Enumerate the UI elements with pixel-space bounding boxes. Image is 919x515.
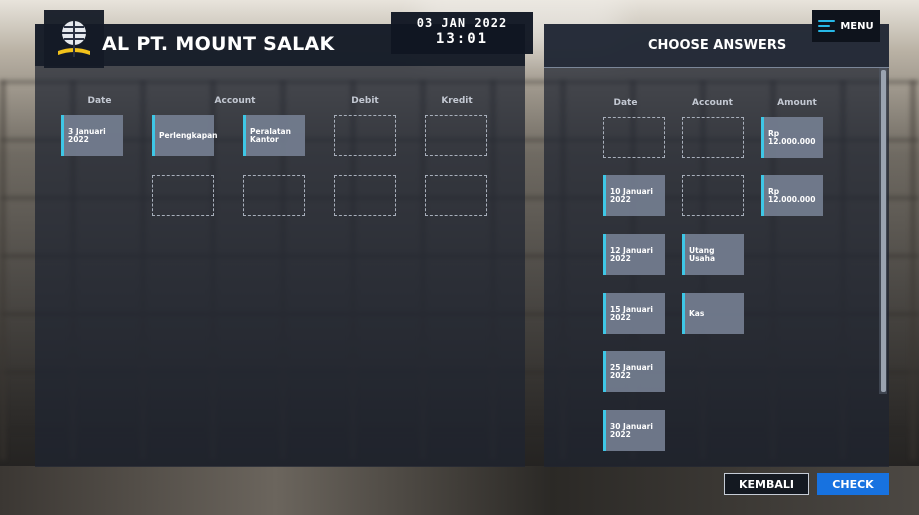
card-label: 12 Januari 2022: [610, 245, 653, 263]
account-drop-slot[interactable]: [243, 175, 305, 216]
answer-date-card[interactable]: 30 Januari 2022: [603, 410, 665, 451]
check-button[interactable]: CHECK: [817, 473, 889, 495]
journal-account-card-2[interactable]: Peralatan Kantor: [243, 115, 305, 156]
debit-drop-slot[interactable]: [334, 115, 396, 156]
answer-amount-card[interactable]: Rp 12.000.000: [761, 175, 823, 216]
time-text: 13:01: [435, 31, 489, 47]
answer-empty-slot: [682, 117, 744, 158]
answer-empty-slot: [603, 117, 665, 158]
card-label: Rp 12.000.000: [768, 186, 816, 204]
university-logo-icon: [58, 21, 90, 57]
answers-header-account: Account: [692, 98, 733, 108]
card-label: Perlengkapan: [159, 130, 218, 140]
column-header-debit: Debit: [351, 96, 379, 106]
card-label: 15 Januari 2022: [610, 304, 653, 322]
back-button[interactable]: KEMBALI: [724, 473, 809, 495]
logo: [44, 10, 104, 68]
answer-account-card[interactable]: Kas: [682, 293, 744, 334]
datetime-display: 03 JAN 2022 13:01: [391, 12, 533, 54]
answer-empty-slot: [682, 175, 744, 216]
card-label: 3 Januari 2022: [68, 126, 106, 144]
page-title: AL PT. MOUNT SALAK: [102, 33, 335, 55]
card-label: 25 Januari 2022: [610, 362, 653, 380]
answers-header-amount: Amount: [777, 98, 817, 108]
answer-account-card[interactable]: Utang Usaha: [682, 234, 744, 275]
card-label: Utang Usaha: [689, 245, 716, 263]
column-header-date: Date: [87, 96, 112, 106]
debit-drop-slot[interactable]: [334, 175, 396, 216]
account-drop-slot[interactable]: [152, 175, 214, 216]
date-text: 03 JAN 2022: [416, 16, 508, 30]
answers-scrollbar-thumb[interactable]: [881, 70, 886, 392]
answer-date-card[interactable]: 25 Januari 2022: [603, 351, 665, 392]
card-label: 30 Januari 2022: [610, 421, 653, 439]
journal-panel: [35, 24, 525, 467]
hamburger-icon: [818, 20, 836, 32]
card-label: Peralatan Kantor: [250, 126, 291, 144]
answer-date-card[interactable]: 15 Januari 2022: [603, 293, 665, 334]
card-label: 10 Januari 2022: [610, 186, 653, 204]
column-header-account: Account: [214, 96, 256, 106]
kredit-drop-slot[interactable]: [425, 175, 487, 216]
card-label: Rp 12.000.000: [768, 128, 816, 146]
journal-date-card[interactable]: 3 Januari 2022: [61, 115, 123, 156]
journal-account-card-1[interactable]: Perlengkapan: [152, 115, 218, 156]
column-header-kredit: Kredit: [441, 96, 473, 106]
answer-date-card[interactable]: 12 Januari 2022: [603, 234, 665, 275]
answers-header-date: Date: [613, 98, 638, 108]
menu-button[interactable]: MENU: [812, 10, 880, 42]
answer-amount-card[interactable]: Rp 12.000.000: [761, 117, 823, 158]
answer-date-card[interactable]: 10 Januari 2022: [603, 175, 665, 216]
kredit-drop-slot[interactable]: [425, 115, 487, 156]
menu-label: MENU: [840, 20, 874, 32]
answers-title: CHOOSE ANSWERS: [648, 38, 787, 53]
card-label: Kas: [689, 308, 705, 318]
